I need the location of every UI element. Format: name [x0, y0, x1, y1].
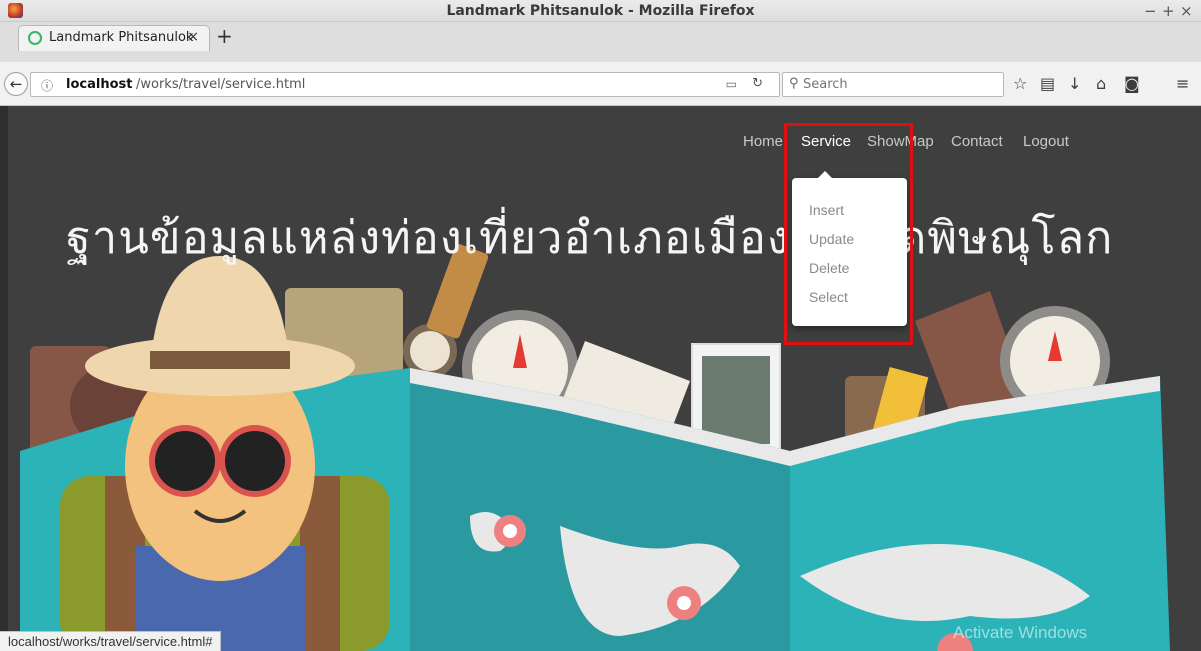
search-bar[interactable]: ⚲ — [782, 72, 1004, 97]
search-icon: ⚲ — [789, 76, 799, 91]
site-info-icon[interactable]: ⓘ — [41, 77, 53, 94]
tab-landmark-phitsanulok[interactable]: Landmark Phitsanulok × — [18, 25, 210, 51]
pocket-icon[interactable]: ◙ — [1124, 74, 1140, 93]
close-window-button[interactable]: × — [1180, 2, 1193, 20]
home-icon[interactable]: ⌂ — [1096, 74, 1106, 93]
window-titlebar: Landmark Phitsanulok - Mozilla Firefox −… — [0, 0, 1201, 22]
window-title: Landmark Phitsanulok - Mozilla Firefox — [446, 3, 755, 19]
url-host: localhost — [66, 77, 133, 92]
page-headline: ฐานข้อมูลแหล่งท่องเที่ยวอำเภอเมืองจังหวั… — [66, 211, 1114, 264]
highlight-annotation-box — [784, 123, 913, 345]
status-bar-url: localhost/works/travel/service.html# — [0, 631, 222, 651]
back-button[interactable]: ← — [4, 72, 28, 96]
tab-close-button[interactable]: × — [187, 29, 199, 45]
reading-list-icon[interactable]: ▤ — [1040, 74, 1055, 93]
url-path: /works/travel/service.html — [136, 77, 306, 92]
travel-illustration — [20, 244, 1170, 651]
address-bar[interactable]: ⓘ localhost /works/travel/service.html ▭… — [30, 72, 780, 97]
reader-view-icon[interactable]: ▭ — [726, 77, 737, 91]
nav-home-link[interactable]: Home — [743, 133, 783, 150]
nav-contact-link[interactable]: Contact — [951, 133, 1003, 150]
new-tab-button[interactable]: + — [216, 24, 233, 48]
activation-watermark: Activate Windows — [953, 623, 1088, 642]
reload-icon[interactable]: ↻ — [752, 76, 763, 91]
web-page: Home Service ShowMap Contact Logout ฐานข… — [0, 106, 1201, 651]
nav-logout-link[interactable]: Logout — [1023, 133, 1069, 150]
maximize-button[interactable]: + — [1162, 2, 1175, 20]
tab-label: Landmark Phitsanulok — [49, 30, 194, 45]
menu-icon[interactable]: ≡ — [1176, 74, 1189, 93]
star-icon[interactable]: ☆ — [1013, 74, 1027, 93]
tab-strip: Landmark Phitsanulok × + — [0, 22, 1201, 62]
navigation-toolbar: ← ⓘ localhost /works/travel/service.html… — [0, 62, 1201, 106]
site-favicon-icon — [28, 31, 42, 45]
minimize-button[interactable]: − — [1144, 2, 1157, 20]
search-input[interactable] — [803, 75, 993, 94]
download-icon[interactable]: ↓ — [1068, 74, 1081, 93]
